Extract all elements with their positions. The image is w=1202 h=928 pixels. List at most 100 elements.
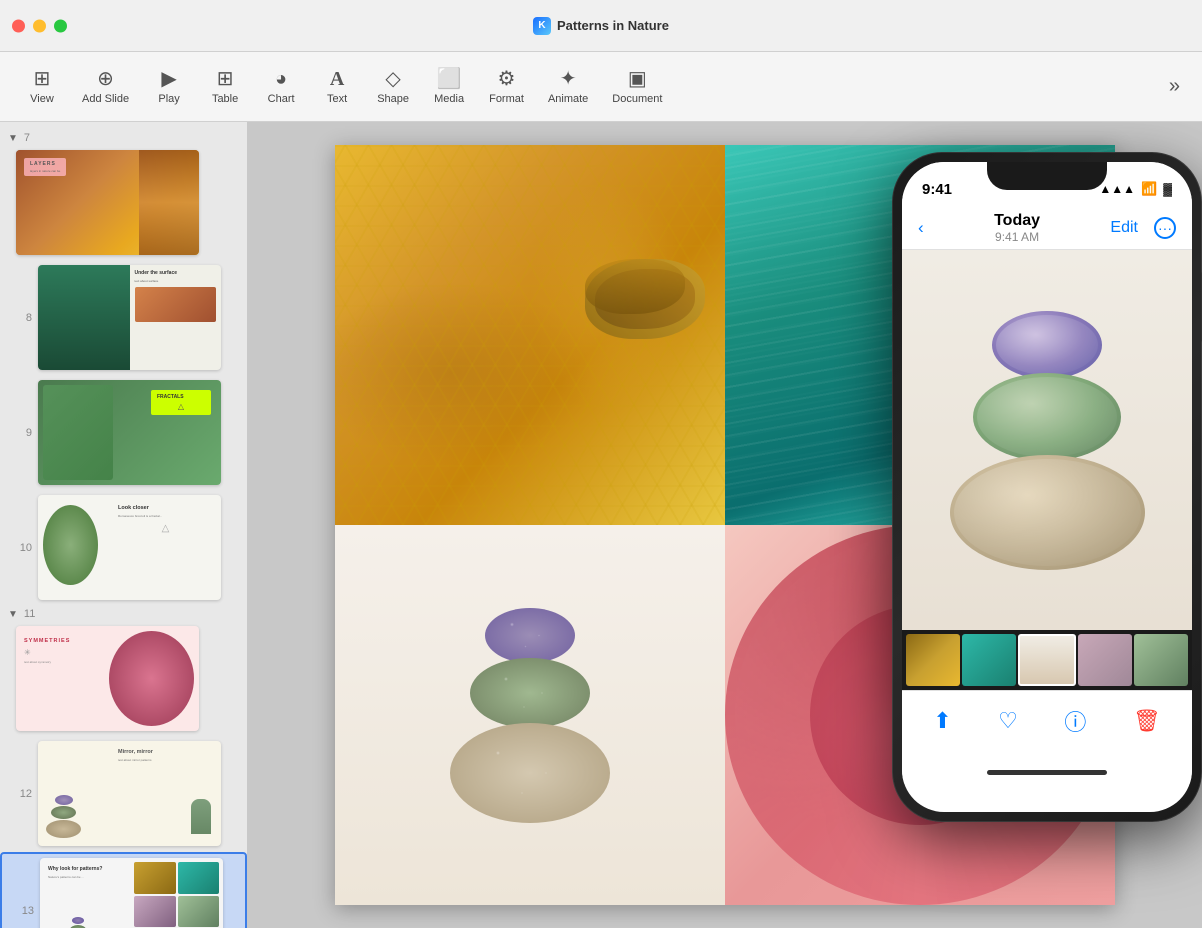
toolbar-text[interactable]: A Text <box>311 63 363 111</box>
urchin-bottom <box>450 723 610 823</box>
app-icon: K <box>533 17 551 35</box>
urchin-top <box>485 608 575 663</box>
chevron-down-icon-11: ▼ <box>8 609 18 620</box>
chevron-down-icon: ▼ <box>8 133 18 144</box>
nav-actions: Edit ··· <box>1110 217 1176 239</box>
minimize-button[interactable] <box>33 19 46 32</box>
info-button[interactable]: ⓘ <box>1064 705 1086 737</box>
slide-item-9[interactable]: 9 FRACTALS △ <box>0 376 247 489</box>
slide-number-7: 7 <box>24 132 30 144</box>
strip-thumb-3[interactable] <box>1018 634 1076 686</box>
toolbar-table[interactable]: ⊞ Table <box>199 63 251 111</box>
close-button[interactable] <box>12 19 25 32</box>
toolbar-format[interactable]: ⚙ Format <box>479 63 534 111</box>
slide-panel[interactable]: ▼ 7 LAYERS layers in nature can be 8 <box>0 122 248 928</box>
signal-icon: ▲▲▲ <box>1099 182 1135 196</box>
toolbar-view[interactable]: ⊞ View <box>16 63 68 111</box>
play-label: Play <box>158 93 179 105</box>
share-icon: ⬆ <box>933 708 951 734</box>
slide-number-13: 13 <box>18 905 34 917</box>
media-icon: ⬜ <box>437 69 462 89</box>
toolbar-shape[interactable]: ◇ Shape <box>367 63 419 111</box>
shape-icon: ◇ <box>385 69 400 89</box>
favorite-button[interactable]: ♡ <box>998 708 1018 734</box>
status-icons: ▲▲▲ 📶 ▓ <box>1099 181 1172 197</box>
home-bar <box>987 770 1107 775</box>
add-slide-label: Add Slide <box>82 93 129 105</box>
add-slide-icon: ⊕ <box>97 69 114 89</box>
photo-urchins-stacked <box>950 311 1145 570</box>
animate-label: Animate <box>548 93 588 105</box>
more-icon: ··· <box>1158 220 1172 236</box>
iphone-device: 9:41 ▲▲▲ 📶 ▓ ‹ To <box>892 152 1202 852</box>
slide-group-9: 9 FRACTALS △ <box>0 376 247 489</box>
toolbar: ⊞ View ⊕ Add Slide ▶ Play ⊞ Table ◕ Char… <box>0 52 1202 122</box>
strip-thumb-1[interactable] <box>906 634 960 686</box>
wifi-icon: 📶 <box>1141 181 1157 197</box>
toolbar-animate[interactable]: ✦ Animate <box>538 63 598 111</box>
slide-group-header-7[interactable]: ▼ 7 <box>0 130 247 146</box>
iphone-volume-down-button <box>892 302 893 342</box>
table-label: Table <box>212 93 238 105</box>
shape-label: Shape <box>377 93 409 105</box>
slide-item-12[interactable]: 12 Mirror, mirror text about mirror patt… <box>0 737 247 850</box>
main-layout: ▼ 7 LAYERS layers in nature can be 8 <box>0 122 1202 928</box>
slide-item-11[interactable]: SYMMETRIES ✳ text about symmetry <box>0 622 247 735</box>
window-title-group: K Patterns in Nature <box>533 17 669 35</box>
slide-number-8: 8 <box>16 312 32 324</box>
maximize-button[interactable] <box>54 19 67 32</box>
format-icon: ⚙ <box>498 69 516 89</box>
animate-icon: ✦ <box>560 69 577 89</box>
document-label: Document <box>612 93 662 105</box>
text-icon: A <box>330 69 344 89</box>
table-icon: ⊞ <box>217 69 234 89</box>
slide-group-10: 10 Look closer Romanesco broccoli is a f… <box>0 491 247 604</box>
slide-thumbnail-13: Why look for patterns? Nature's patterns… <box>40 858 223 928</box>
delete-button[interactable]: 🗑 <box>1133 708 1161 734</box>
toolbar-add-slide[interactable]: ⊕ Add Slide <box>72 63 139 111</box>
window-title: Patterns in Nature <box>557 18 669 33</box>
back-chevron-icon: ‹ <box>918 218 924 238</box>
chart-icon: ◕ <box>275 69 287 89</box>
slide-cell-urchins <box>335 525 725 905</box>
slide-item-13[interactable]: 13 Why look for patterns? Nature's patte… <box>0 852 247 928</box>
strip-thumb-5[interactable] <box>1134 634 1188 686</box>
heart-icon: ♡ <box>998 708 1018 734</box>
slide-thumbnail-7: LAYERS layers in nature can be <box>16 150 199 255</box>
slide-item-8[interactable]: 8 Under the surface text about surface <box>0 261 247 374</box>
edit-button[interactable]: Edit <box>1110 219 1138 237</box>
photos-nav-bar: ‹ Today 9:41 AM Edit ··· <box>902 206 1192 250</box>
document-icon: ▣ <box>628 69 647 89</box>
photos-toolbar: ⬆ ♡ ⓘ 🗑 <box>902 690 1192 760</box>
more-button[interactable]: ··· <box>1154 217 1176 239</box>
urchin-mid <box>470 658 590 728</box>
slide-group-header-11[interactable]: ▼ 11 <box>0 606 247 622</box>
slide-number-12: 12 <box>16 788 32 800</box>
play-icon: ▶ <box>161 69 176 89</box>
nav-title-group: Today 9:41 AM <box>994 212 1040 244</box>
nav-title: Today <box>994 212 1040 230</box>
urchin-mid-texture <box>470 658 590 728</box>
text-label: Text <box>327 93 347 105</box>
toolbar-document[interactable]: ▣ Document <box>602 63 672 111</box>
slide-number-9: 9 <box>16 427 32 439</box>
iphone-notch <box>987 162 1107 190</box>
toolbar-play[interactable]: ▶ Play <box>143 63 195 111</box>
iphone-body: 9:41 ▲▲▲ 📶 ▓ ‹ To <box>892 152 1202 822</box>
info-icon: ⓘ <box>1064 705 1086 737</box>
toolbar-chart[interactable]: ◕ Chart <box>255 63 307 111</box>
toolbar-media[interactable]: ⬜ Media <box>423 63 475 111</box>
share-button[interactable]: ⬆ <box>933 708 951 734</box>
trash-icon: 🗑 <box>1133 708 1161 734</box>
slide-thumbnail-9: FRACTALS △ <box>38 380 221 485</box>
toolbar-more-button[interactable]: » <box>1163 69 1186 104</box>
urchin-stack <box>450 608 610 823</box>
strip-thumb-4[interactable] <box>1078 634 1132 686</box>
strip-thumb-2[interactable] <box>962 634 1016 686</box>
back-button[interactable]: ‹ <box>918 218 924 238</box>
slide-item-7[interactable]: LAYERS layers in nature can be <box>0 146 247 259</box>
slide-item-10[interactable]: 10 Look closer Romanesco broccoli is a f… <box>0 491 247 604</box>
slide-number-10: 10 <box>16 542 32 554</box>
chart-label: Chart <box>268 93 295 105</box>
photo-urchin-bottom <box>950 455 1145 570</box>
